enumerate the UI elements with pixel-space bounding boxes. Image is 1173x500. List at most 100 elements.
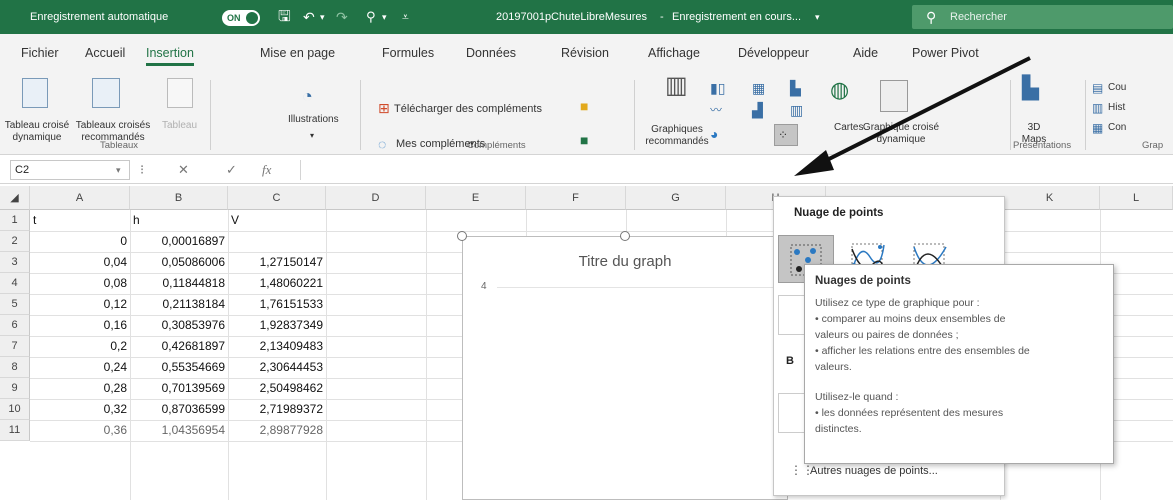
- row-header[interactable]: 5: [0, 294, 30, 315]
- cell-c10[interactable]: 2,71989372: [228, 399, 326, 420]
- statistic-chart-icon[interactable]: ▟: [752, 102, 763, 118]
- cell-b1[interactable]: h: [130, 210, 228, 231]
- column-header-e[interactable]: E: [426, 186, 526, 210]
- cell-c4[interactable]: 1,48060221: [228, 273, 326, 294]
- maps-button[interactable]: Cartes: [834, 122, 863, 134]
- column-header-d[interactable]: D: [326, 186, 426, 210]
- table-button[interactable]: Tableau: [162, 120, 197, 132]
- select-all-corner[interactable]: ◢: [0, 186, 30, 210]
- illustrations-dropdown-icon[interactable]: ▾: [310, 130, 314, 142]
- quick-access-icon[interactable]: ⚲: [366, 0, 376, 34]
- pivot-chart-button[interactable]: Graphique croisé dynamique: [862, 122, 940, 146]
- row-header[interactable]: 1: [0, 210, 30, 231]
- tab-power-pivot[interactable]: Power Pivot: [912, 46, 979, 60]
- cell-a7[interactable]: 0,2: [30, 336, 130, 357]
- cell-c8[interactable]: 2,30644453: [228, 357, 326, 378]
- row-header[interactable]: 9: [0, 378, 30, 399]
- row-header[interactable]: 4: [0, 273, 30, 294]
- column-header-l[interactable]: L: [1100, 186, 1173, 210]
- cancel-icon[interactable]: ✕: [178, 160, 189, 180]
- name-box-dropdown-icon[interactable]: ▾: [116, 160, 121, 180]
- chart-area[interactable]: Titre du graph 4: [462, 236, 788, 500]
- cell-b8[interactable]: 0,55354669: [130, 357, 228, 378]
- cell-b6[interactable]: 0,30853976: [130, 315, 228, 336]
- illustrations-button[interactable]: Illustrations: [288, 114, 339, 126]
- tab-aide[interactable]: Aide: [853, 46, 878, 60]
- cell-a5[interactable]: 0,12: [30, 294, 130, 315]
- cell-c7[interactable]: 2,13409483: [228, 336, 326, 357]
- tab-affichage[interactable]: Affichage: [648, 46, 700, 60]
- row-header[interactable]: 6: [0, 315, 30, 336]
- pivot-table-button[interactable]: Tableau croisé dynamique: [4, 120, 70, 144]
- cell-a9[interactable]: 0,28: [30, 378, 130, 399]
- sparkline-winloss-button[interactable]: Con: [1108, 122, 1126, 134]
- cell-c1[interactable]: V: [228, 210, 326, 231]
- row-header[interactable]: 7: [0, 336, 30, 357]
- quick-access-dropdown-icon[interactable]: ▾: [382, 0, 387, 34]
- row-header[interactable]: 3: [0, 252, 30, 273]
- column-header-b[interactable]: B: [130, 186, 228, 210]
- cell-a1[interactable]: t: [30, 210, 130, 231]
- column-header-f[interactable]: F: [526, 186, 626, 210]
- scatter-chart-button[interactable]: ⁘: [774, 124, 798, 146]
- waterfall-chart-icon[interactable]: ▙: [790, 80, 801, 96]
- chart-resize-handle[interactable]: [457, 231, 467, 241]
- recommended-charts-button[interactable]: Graphiques recommandés: [640, 124, 714, 148]
- chart-title[interactable]: Titre du graph: [463, 253, 787, 270]
- cell-c5[interactable]: 1,76151533: [228, 294, 326, 315]
- row-header[interactable]: 2: [0, 231, 30, 252]
- sparkline-line-button[interactable]: Cou: [1108, 82, 1126, 94]
- addin-green-icon[interactable]: ■: [580, 132, 588, 148]
- line-chart-icon[interactable]: 〰: [710, 102, 722, 118]
- sparkline-column-button[interactable]: Hist: [1108, 102, 1125, 114]
- scatter-option-partial[interactable]: [778, 295, 806, 335]
- cell-b11[interactable]: 1,04356954: [130, 420, 228, 441]
- insert-function-icon[interactable]: fx: [262, 160, 271, 180]
- tab-formules[interactable]: Formules: [382, 46, 434, 60]
- cell-b7[interactable]: 0,42681897: [130, 336, 228, 357]
- pie-chart-icon[interactable]: ◕: [710, 126, 718, 142]
- cell-c11[interactable]: 2,89877928: [228, 420, 326, 441]
- tab-revision[interactable]: Révision: [561, 46, 609, 60]
- cell-c3[interactable]: 1,27150147: [228, 252, 326, 273]
- tab-mise-en-page[interactable]: Mise en page: [260, 46, 335, 60]
- cell-b2[interactable]: 0,00016897: [130, 231, 228, 252]
- column-header-c[interactable]: C: [228, 186, 326, 210]
- cell-a11[interactable]: 0,36: [30, 420, 130, 441]
- cell-c9[interactable]: 2,50498462: [228, 378, 326, 399]
- cell-a2[interactable]: 0: [30, 231, 130, 252]
- tab-insertion[interactable]: Insertion: [146, 46, 194, 66]
- search-input[interactable]: [950, 8, 1150, 26]
- name-box[interactable]: C2: [10, 160, 130, 180]
- redo-icon[interactable]: ↷: [336, 0, 348, 34]
- tab-fichier[interactable]: Fichier: [21, 46, 59, 60]
- undo-icon[interactable]: ↶: [303, 0, 315, 34]
- cell-c2[interactable]: [228, 231, 326, 252]
- row-header[interactable]: 11: [0, 420, 30, 441]
- column-header-g[interactable]: G: [626, 186, 726, 210]
- hierarchy-chart-icon[interactable]: ▦: [752, 80, 765, 96]
- cell-b10[interactable]: 0,87036599: [130, 399, 228, 420]
- row-header[interactable]: 8: [0, 357, 30, 378]
- cell-b3[interactable]: 0,05086006: [130, 252, 228, 273]
- tab-developpeur[interactable]: Développeur: [738, 46, 809, 60]
- column-chart-icon[interactable]: ▮▯: [710, 80, 725, 96]
- cell-b5[interactable]: 0,21138184: [130, 294, 228, 315]
- search-box[interactable]: ⚲: [912, 5, 1173, 29]
- cell-b9[interactable]: 0,70139569: [130, 378, 228, 399]
- formula-input[interactable]: [300, 160, 1160, 180]
- cell-a3[interactable]: 0,04: [30, 252, 130, 273]
- cell-a6[interactable]: 0,16: [30, 315, 130, 336]
- combo-chart-icon[interactable]: ▥: [790, 102, 803, 118]
- cell-b4[interactable]: 0,11844818: [130, 273, 228, 294]
- get-addins-button[interactable]: Télécharger des compléments: [394, 103, 542, 115]
- cell-c6[interactable]: 1,92837349: [228, 315, 326, 336]
- tab-donnees[interactable]: Données: [466, 46, 516, 60]
- row-header[interactable]: 10: [0, 399, 30, 420]
- undo-dropdown-icon[interactable]: ▾: [320, 0, 325, 34]
- cell-a8[interactable]: 0,24: [30, 357, 130, 378]
- confirm-icon[interactable]: ✓: [226, 160, 237, 180]
- column-header-k[interactable]: K: [1000, 186, 1100, 210]
- cell-a4[interactable]: 0,08: [30, 273, 130, 294]
- column-header-a[interactable]: A: [30, 186, 130, 210]
